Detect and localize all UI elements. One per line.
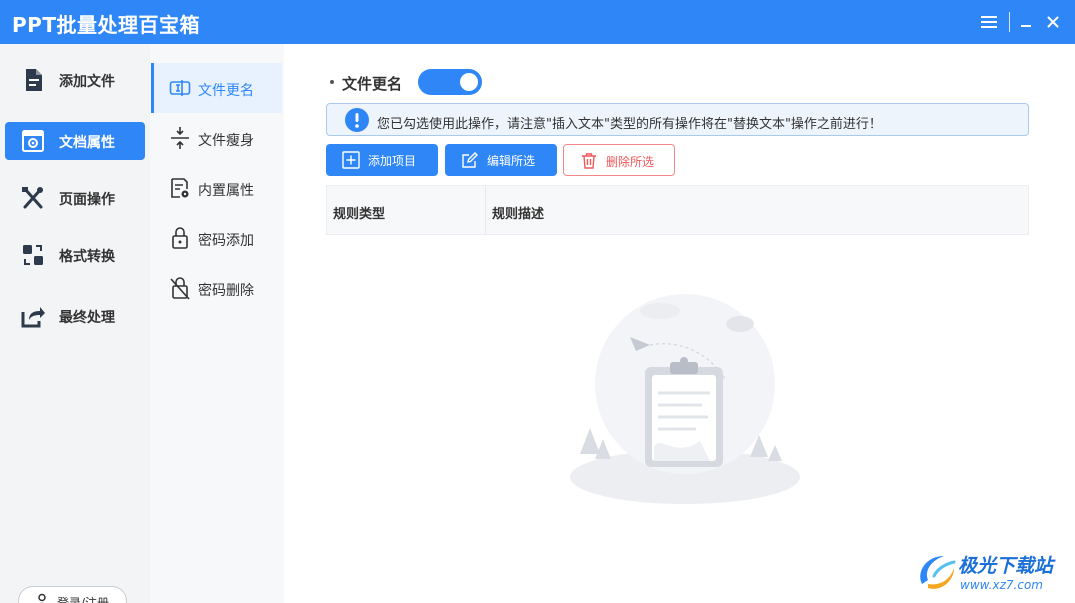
subnav-item-rename[interactable]: 文件更名: [151, 63, 282, 113]
sidebar-item-label: 添加文件: [59, 74, 115, 90]
sidebar-item-doc-properties[interactable]: 文档属性: [5, 122, 145, 160]
enable-toggle[interactable]: [418, 69, 482, 95]
section-title: 文件更名: [342, 75, 403, 93]
sidebar-item-page-ops[interactable]: 页面操作: [5, 179, 145, 217]
column-header-rule-type: 规则类型: [333, 207, 386, 222]
subnav-item-label: 文件更名: [198, 83, 254, 99]
hamburger-icon[interactable]: [977, 10, 1001, 34]
subnav-item-compress[interactable]: 文件瘦身: [151, 113, 282, 163]
column-divider: [485, 186, 486, 234]
trash-icon: [580, 152, 598, 170]
notice-text: 您已勾选使用此操作，请注意"插入文本"类型的所有操作将在"替换文本"操作之前进行…: [377, 117, 882, 132]
main-panel: 文件更名 您已勾选使用此操作，请注意"插入文本"类型的所有操作将在"替换文本"操…: [284, 44, 1075, 603]
rules-table-header: 规则类型 规则描述: [326, 185, 1029, 235]
add-item-button[interactable]: 添加项目: [326, 144, 438, 176]
add-item-label: 添加项目: [368, 154, 417, 168]
subnav-item-remove-password[interactable]: 密码删除: [151, 263, 282, 313]
watermark-name: 极光下载站: [958, 555, 1054, 577]
watermark-logo: 极光下载站 www.xz7.com: [912, 548, 1072, 598]
share-icon: [19, 303, 47, 329]
compress-icon: [169, 126, 191, 150]
delete-selected-button[interactable]: 删除所选: [563, 144, 675, 176]
empty-state-illustration: [550, 289, 820, 514]
sidebar-item-label: 格式转换: [59, 249, 115, 265]
edit-icon: [461, 151, 479, 169]
watermark-logo-icon: [920, 556, 956, 589]
bullet-dot: [330, 80, 334, 84]
notice-banner: 您已勾选使用此操作，请注意"插入文本"类型的所有操作将在"替换文本"操作之前进行…: [326, 103, 1029, 136]
file-add-icon: [19, 67, 47, 93]
app-title: PPT批量处理百宝箱: [12, 13, 200, 37]
subnav-item-properties[interactable]: 内置属性: [151, 163, 282, 213]
watermark-url: www.xz7.com: [960, 578, 1043, 592]
close-icon[interactable]: [1041, 10, 1065, 34]
subnav-item-label: 内置属性: [198, 183, 254, 199]
login-label: 登录/注册: [57, 596, 110, 603]
titlebar-divider: [1009, 12, 1010, 32]
tools-icon: [19, 185, 47, 211]
title-bar: PPT批量处理百宝箱: [0, 0, 1075, 44]
doc-settings-icon: [19, 128, 47, 154]
sidebar-item-format-convert[interactable]: 格式转换: [5, 236, 145, 274]
sidebar-item-label: 最终处理: [59, 310, 115, 326]
convert-icon: [19, 242, 47, 268]
column-header-rule-desc: 规则描述: [492, 207, 545, 222]
user-icon: [35, 593, 49, 603]
subnav-item-label: 文件瘦身: [198, 133, 254, 149]
rename-icon: [169, 76, 191, 100]
sidebar-item-add-file[interactable]: 添加文件: [5, 61, 145, 99]
sidebar-item-final-process[interactable]: 最终处理: [5, 297, 145, 335]
delete-selected-label: 删除所选: [606, 155, 655, 169]
subnav-item-label: 密码删除: [198, 283, 254, 299]
sidebar-item-label: 文档属性: [59, 135, 115, 151]
sidebar-item-label: 页面操作: [59, 192, 115, 208]
left-sidebar: 添加文件 文档属性 页面操作 格式转换 最终处理: [0, 44, 150, 603]
subnav-item-add-password[interactable]: 密码添加: [151, 213, 282, 263]
login-button[interactable]: 登录/注册: [18, 586, 127, 603]
unlock-icon: [169, 276, 191, 300]
properties-icon: [169, 176, 191, 200]
info-icon: [345, 108, 369, 132]
toggle-knob: [460, 73, 478, 91]
edit-selected-label: 编辑所选: [487, 154, 536, 168]
lock-icon: [169, 226, 191, 250]
plus-box-icon: [342, 151, 360, 169]
minimize-icon[interactable]: [1014, 10, 1038, 34]
subnav-item-label: 密码添加: [198, 233, 254, 249]
edit-selected-button[interactable]: 编辑所选: [445, 144, 557, 176]
sub-sidebar: 文件更名 文件瘦身 内置属性 密码添加 密码删除: [150, 44, 284, 603]
